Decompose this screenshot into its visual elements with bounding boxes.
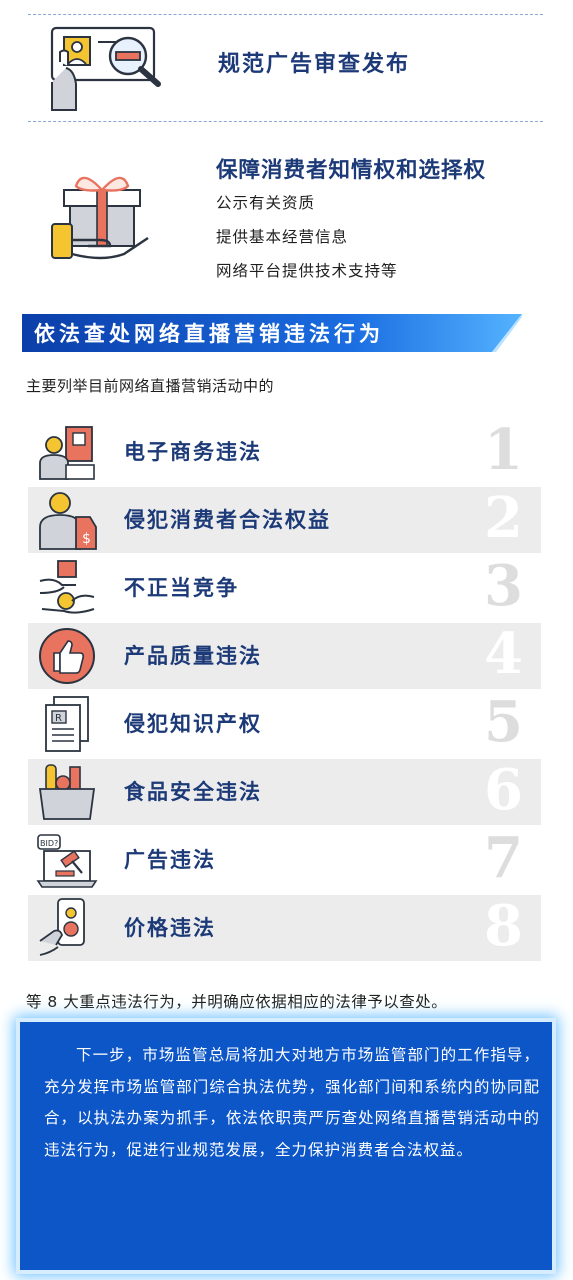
gift-hand-icon — [51, 176, 149, 260]
svg-text:BID?: BID? — [40, 839, 58, 848]
violation-label: 侵犯消费者合法权益 — [124, 507, 331, 532]
divider-top — [28, 14, 543, 15]
summary-text: 下一步，市场监管总局将加大对地方市场监管部门的工作指导，充分发挥市场监管部门综合… — [44, 1046, 540, 1159]
list-item: 食品安全违法 6 — [28, 757, 541, 825]
ad-review-icon — [50, 26, 161, 111]
consumer-rights-icon: $ — [39, 492, 97, 550]
list-item: 不正当竞争 3 — [28, 553, 541, 621]
violation-number: 1 — [484, 417, 523, 483]
violation-label: 广告违法 — [124, 847, 216, 872]
violation-number: 2 — [484, 485, 523, 551]
list-item: 电子商务违法 1 — [28, 417, 541, 485]
list-item: BID? 广告违法 7 — [28, 825, 541, 893]
section-line-2: 提供基本经营信息 — [216, 228, 349, 246]
violation-label: 电子商务违法 — [124, 439, 262, 464]
svg-text:$: $ — [82, 531, 91, 547]
violation-number: 3 — [484, 553, 523, 619]
list-item: 产品质量违法 4 — [28, 621, 541, 689]
trademark-document-icon: R — [45, 696, 89, 752]
ecommerce-icon — [39, 426, 95, 480]
section-title-consumer-rights: 保障消费者知情权和选择权 — [216, 158, 487, 183]
violation-label: 产品质量违法 — [124, 643, 262, 668]
section-line-1: 公示有关资质 — [216, 194, 316, 212]
violation-label: 食品安全违法 — [124, 779, 262, 804]
list-item: R 侵犯知识产权 5 — [28, 689, 541, 757]
violation-number: 7 — [484, 825, 523, 891]
quality-thumbs-up-icon — [39, 628, 95, 684]
violation-label: 不正当竞争 — [124, 575, 239, 600]
violation-label: 侵犯知识产权 — [124, 711, 262, 736]
violation-number: 5 — [484, 689, 523, 755]
banner-title: 依法查处网络直播营销违法行为 — [34, 321, 384, 346]
section-line-3: 网络平台提供技术支持等 — [216, 262, 398, 280]
violation-number: 8 — [484, 893, 523, 959]
divider-middle — [28, 121, 543, 122]
list-item: $ 侵犯消费者合法权益 2 — [28, 485, 541, 553]
violation-number: 6 — [484, 757, 523, 823]
price-phone-icon — [39, 898, 85, 956]
intro-text: 主要列举目前网络直播营销活动中的 — [26, 377, 275, 395]
competition-icon — [39, 560, 95, 614]
grocery-bag-icon — [38, 764, 96, 820]
closing-text: 等 8 大重点违法行为，并明确应依据相应的法律予以查处。 — [26, 993, 448, 1011]
violation-label: 价格违法 — [124, 915, 216, 940]
violation-number: 4 — [484, 621, 523, 687]
svg-text:R: R — [55, 713, 62, 724]
auction-laptop-icon: BID? — [36, 834, 98, 888]
section-title-ad-review: 规范广告审查发布 — [218, 51, 411, 77]
list-item: 价格违法 8 — [28, 893, 541, 961]
